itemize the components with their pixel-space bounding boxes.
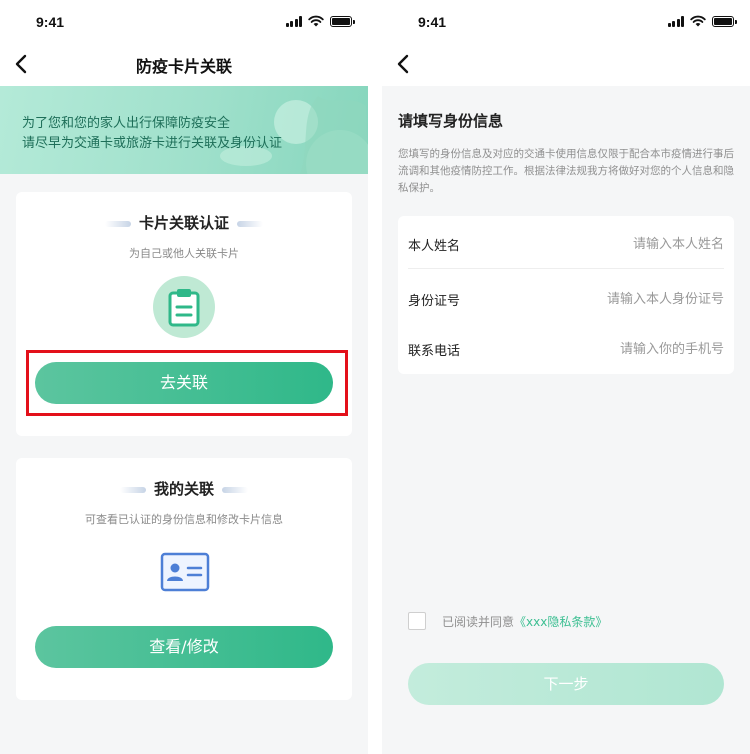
signal-icon [285,15,302,27]
stage: 9:41 防疫卡片关联 为了您和您的家人出行保障防疫安全 请尽早为交通卡或旅游卡… [0,0,750,754]
name-label: 本人姓名 [408,239,461,254]
title-decoration-left [104,220,131,227]
card-link-title-text: 卡片关联认证 [138,214,229,232]
card-mine-subtitle: 可查看已认证的身份信息和修改卡片信息 [85,513,283,526]
status-bar: 9:41 [0,0,368,44]
nav-bar: 防疫卡片关联 [0,44,368,86]
status-icons [285,15,355,27]
status-time: 9:41 [418,14,447,30]
id-card-icon [160,552,210,592]
status-time: 9:41 [36,14,65,30]
view-edit-button[interactable]: 查看/修改 [35,626,333,668]
wifi-icon [690,15,706,27]
agreement-row: 已阅读并同意 《xxx隐私条款》 [408,611,607,631]
card-link-subtitle: 为自己或他人关联卡片 [129,247,239,260]
title-decoration-right [237,220,263,227]
name-row: 本人姓名 [408,219,724,269]
id-number-input[interactable] [524,286,724,312]
title-decoration-left [119,486,146,493]
privacy-policy-link[interactable]: 《xxx隐私条款》 [514,613,607,630]
agree-checkbox[interactable] [408,612,426,630]
card-link-title: 卡片关联认证 [16,212,352,233]
wifi-icon [308,15,324,27]
card-association-screen: 9:41 防疫卡片关联 为了您和您的家人出行保障防疫安全 请尽早为交通卡或旅游卡… [0,0,368,754]
status-bar: 9:41 [382,0,750,44]
card-mine-title-text: 我的关联 [153,480,214,498]
form-title: 请填写身份信息 [398,112,504,130]
nav-bar [382,44,750,86]
highlight-box [26,350,348,416]
battery-icon [712,15,737,27]
banner: 为了您和您的家人出行保障防疫安全 请尽早为交通卡或旅游卡进行关联及身份认证 [0,86,368,174]
phone-row: 联系电话 [408,324,724,374]
banner-line-1: 为了您和您的家人出行保障防疫安全 [22,116,231,131]
next-button[interactable]: 下一步 [408,663,724,705]
my-association-section: 我的关联 可查看已认证的身份信息和修改卡片信息 查看/修改 [16,458,352,700]
banner-line-2: 请尽早为交通卡或旅游卡进行关联及身份认证 [22,136,283,151]
form-description: 您填写的身份信息及对应的交通卡使用信息仅限于配合本市疫情进行事后流调和其他疫情防… [398,148,734,194]
back-icon[interactable] [388,49,418,79]
status-icons [667,15,737,27]
id-number-label: 身份证号 [408,294,461,309]
signal-icon [667,15,684,27]
phone-label: 联系电话 [408,344,461,359]
title-decoration-right [222,486,248,493]
name-input[interactable] [524,231,724,257]
clipboard-icon [153,276,215,338]
id-number-row: 身份证号 [408,274,724,324]
identity-form-screen: 9:41 请填写身份信息 您填写的身份信息及对应的交通卡使用信息仅限于配合本市疫… [382,0,750,754]
card-mine-title: 我的关联 [16,478,352,499]
agree-text: 已阅读并同意 [442,614,515,629]
page-title: 防疫卡片关联 [135,57,232,76]
identity-form: 本人姓名 身份证号 联系电话 [398,216,734,374]
battery-icon [330,15,355,27]
phone-input[interactable] [524,336,724,362]
